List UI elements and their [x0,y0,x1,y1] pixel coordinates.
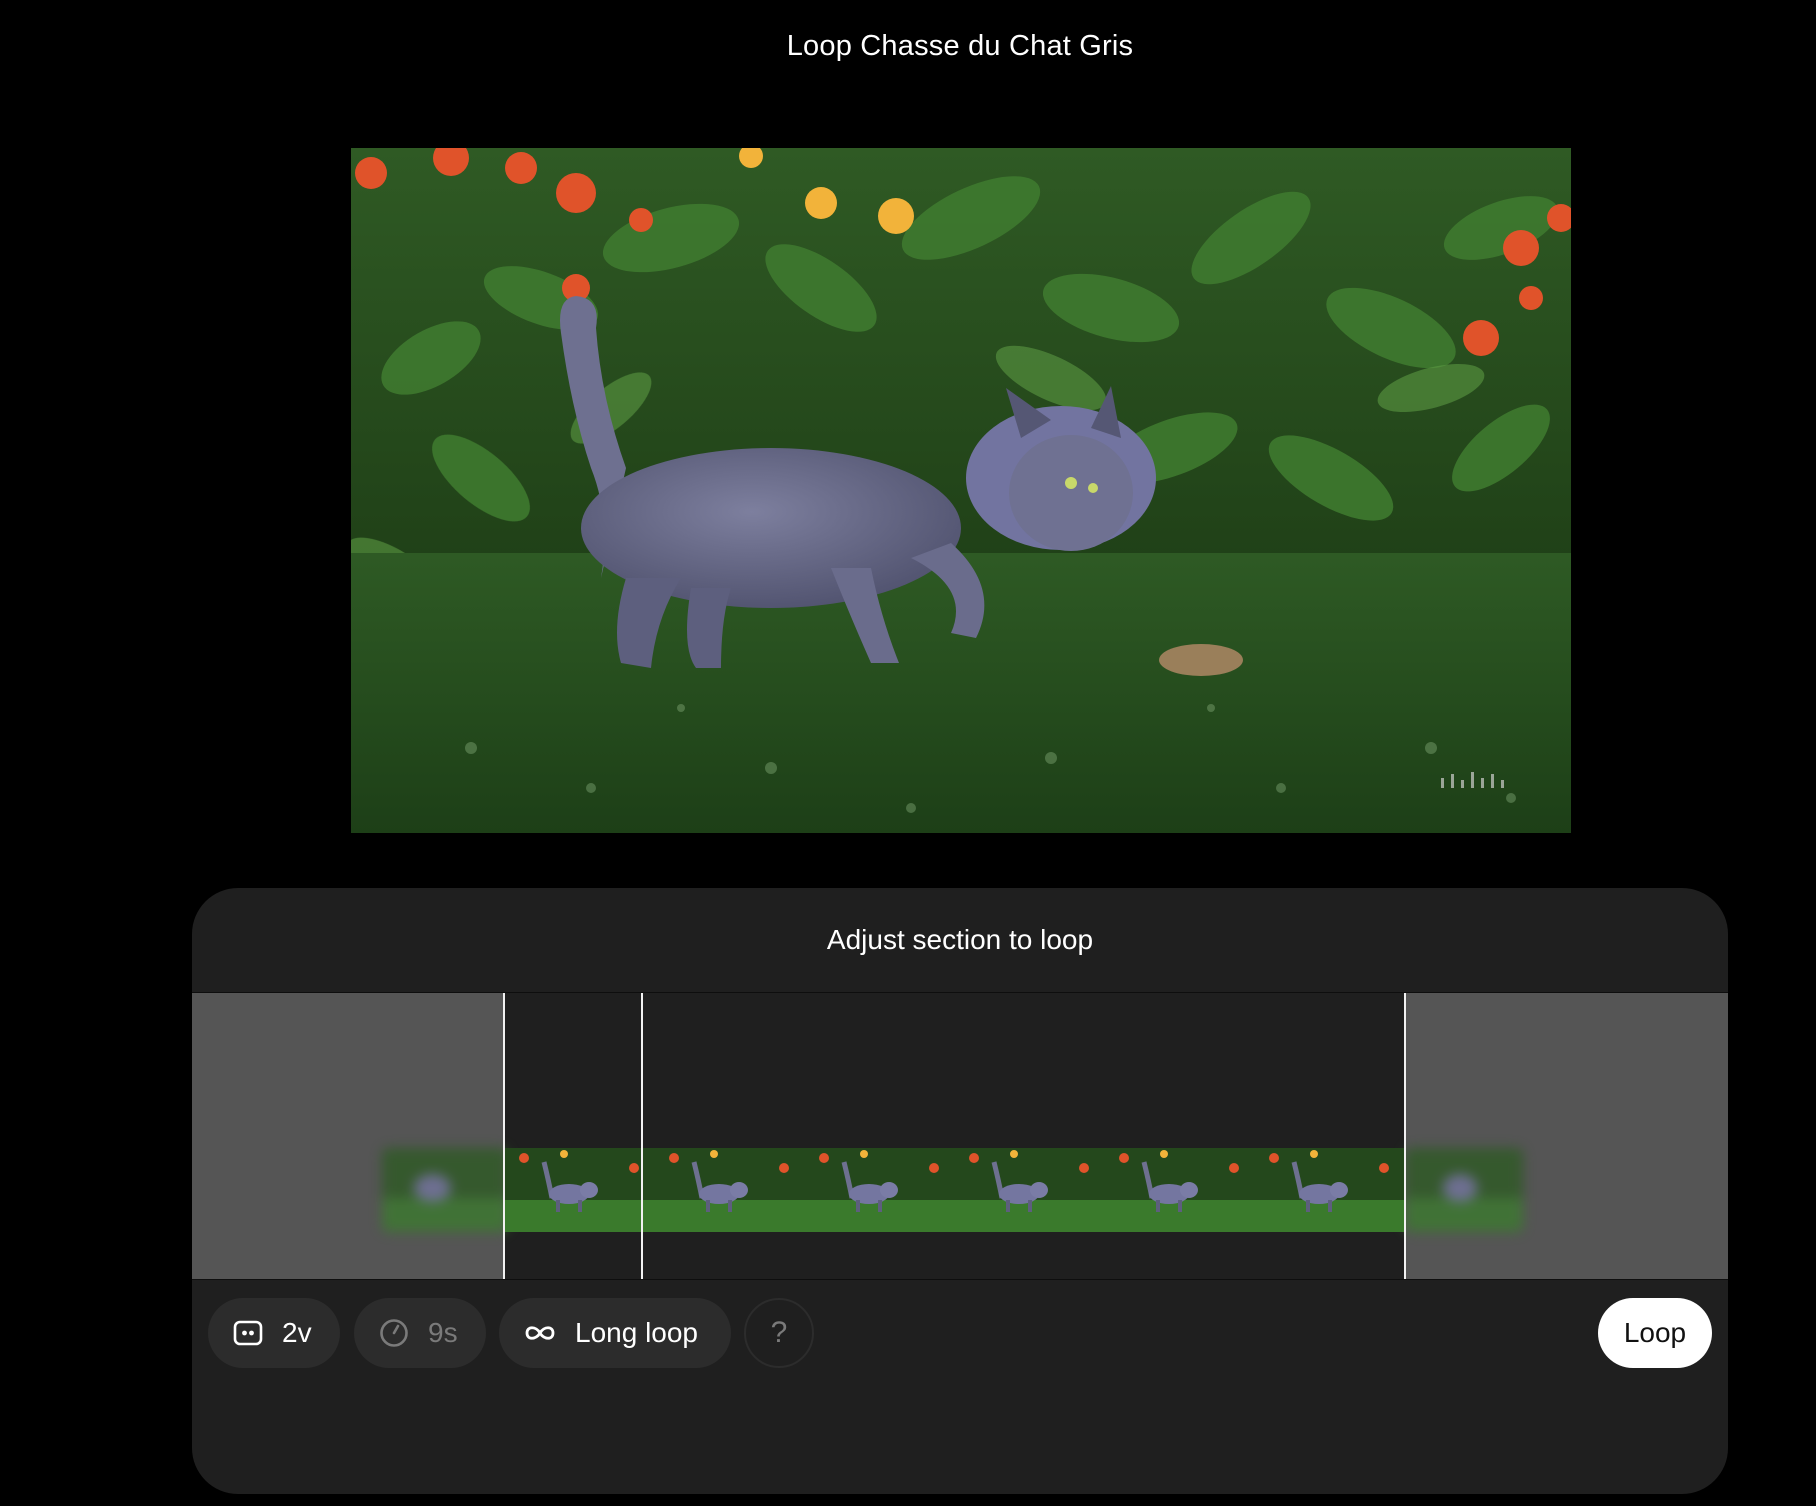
timeline-excluded-left [192,993,504,1279]
infinity-icon [523,1321,557,1345]
video-preview[interactable] [351,148,1571,833]
loop-editor-panel: Adjust section to loop 2v 9s Long loop ?… [192,888,1728,1494]
blurred-thumbnail-left [382,1148,508,1232]
help-button[interactable]: ? [744,1298,814,1368]
timeline-thumbnail [654,1148,804,1232]
loop-mode-label: Long loop [575,1317,699,1348]
timeline-thumbnail [804,1148,954,1232]
panel-title: Adjust section to loop [826,924,1094,955]
timeline-thumbnail [504,1148,654,1232]
loop-end-handle[interactable] [1404,993,1406,1279]
page-title: Loop Chasse du Chat Gris [786,30,1134,62]
help-label: ? [770,1316,788,1349]
timeline-thumbnail [1104,1148,1254,1232]
duration-selector[interactable]: 9s [354,1298,486,1368]
cat-scene-illustration [351,148,1571,833]
loop-mode-selector[interactable]: Long loop [499,1298,731,1368]
face-box-icon [232,1317,264,1349]
app-root: Loop Chasse du Chat Gris Adjust section … [0,0,1816,1506]
toolbar: 2v 9s Long loop ? Loop [192,1278,1728,1494]
loop-button[interactable]: Loop [1598,1298,1712,1368]
playhead[interactable] [641,993,643,1279]
loop-start-handle[interactable] [503,993,505,1279]
duration-label: 9s [428,1317,458,1348]
thumbnail-strip [504,1148,1405,1232]
timeline-thumbnail [1254,1148,1404,1232]
frames-label: 2v [282,1317,312,1348]
blurred-thumbnail-right [1405,1148,1523,1232]
frames-selector[interactable]: 2v [208,1298,340,1368]
timeline-thumbnail [954,1148,1104,1232]
timer-icon [378,1317,410,1349]
timeline-track[interactable] [192,992,1728,1280]
timeline-excluded-right [1405,993,1728,1279]
